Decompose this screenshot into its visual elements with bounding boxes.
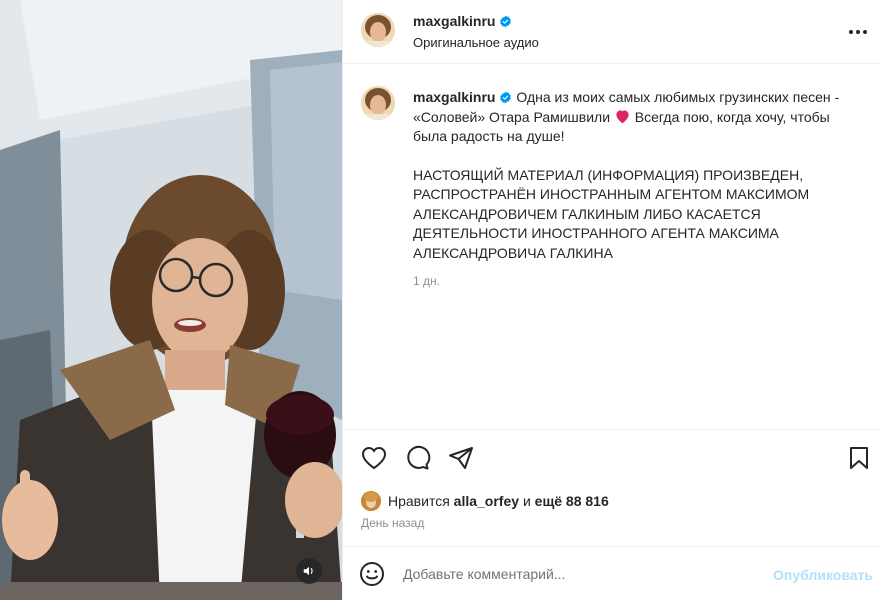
likes-prefix: Нравится bbox=[388, 493, 450, 509]
video-frame bbox=[0, 0, 342, 600]
post-header: maxgalkinru Оригинальное аудио bbox=[343, 0, 880, 64]
speaker-icon bbox=[303, 566, 313, 576]
heart-emoji-icon bbox=[616, 109, 629, 123]
likes-conjunction: и bbox=[522, 493, 531, 509]
post-date[interactable]: День назад bbox=[361, 516, 424, 530]
likes-summary: Нравится alla_orfey и ещё 88 816 bbox=[361, 491, 609, 511]
action-bar bbox=[343, 440, 880, 480]
comment-icon bbox=[407, 445, 431, 470]
comment-bar: Опубликовать bbox=[343, 546, 880, 600]
verified-badge-icon bbox=[500, 15, 512, 28]
caption-area: maxgalkinru Одна из моих самых любимых г… bbox=[343, 64, 880, 430]
save-button[interactable] bbox=[845, 444, 873, 472]
audio-toggle-button[interactable] bbox=[296, 558, 322, 584]
liked-by-user[interactable]: alla_orfey bbox=[454, 493, 519, 509]
emoji-picker-button[interactable] bbox=[359, 561, 385, 587]
avatar[interactable] bbox=[361, 13, 395, 47]
share-icon bbox=[449, 447, 473, 469]
more-icon bbox=[849, 30, 867, 34]
comment-button[interactable] bbox=[404, 444, 432, 472]
liker-avatar[interactable] bbox=[361, 491, 381, 511]
likes-count-link[interactable]: ещё 88 816 bbox=[535, 493, 609, 509]
post-media[interactable] bbox=[0, 0, 342, 600]
publish-comment-button[interactable]: Опубликовать bbox=[773, 567, 873, 583]
original-audio-link[interactable]: Оригинальное аудио bbox=[413, 35, 539, 50]
share-button[interactable] bbox=[447, 444, 475, 472]
like-button[interactable] bbox=[360, 444, 388, 472]
smiley-icon bbox=[360, 562, 384, 586]
avatar[interactable] bbox=[361, 86, 395, 120]
foreign-agent-notice: НАСТОЯЩИЙ МАТЕРИАЛ (ИНФОРМАЦИЯ) ПРОИЗВЕД… bbox=[413, 166, 810, 261]
bookmark-icon bbox=[850, 447, 868, 469]
verified-badge-icon bbox=[500, 91, 512, 104]
caption-timestamp[interactable]: 1 дн. bbox=[413, 274, 440, 288]
caption-username[interactable]: maxgalkinru bbox=[413, 89, 495, 105]
comment-input[interactable] bbox=[403, 562, 763, 586]
post-username[interactable]: maxgalkinru bbox=[413, 13, 512, 29]
more-options-button[interactable] bbox=[847, 21, 869, 43]
heart-icon bbox=[361, 446, 387, 470]
caption-text: maxgalkinru Одна из моих самых любимых г… bbox=[413, 88, 853, 263]
post-sidebar: maxgalkinru Оригинальное аудио maxgalkin… bbox=[342, 0, 880, 600]
